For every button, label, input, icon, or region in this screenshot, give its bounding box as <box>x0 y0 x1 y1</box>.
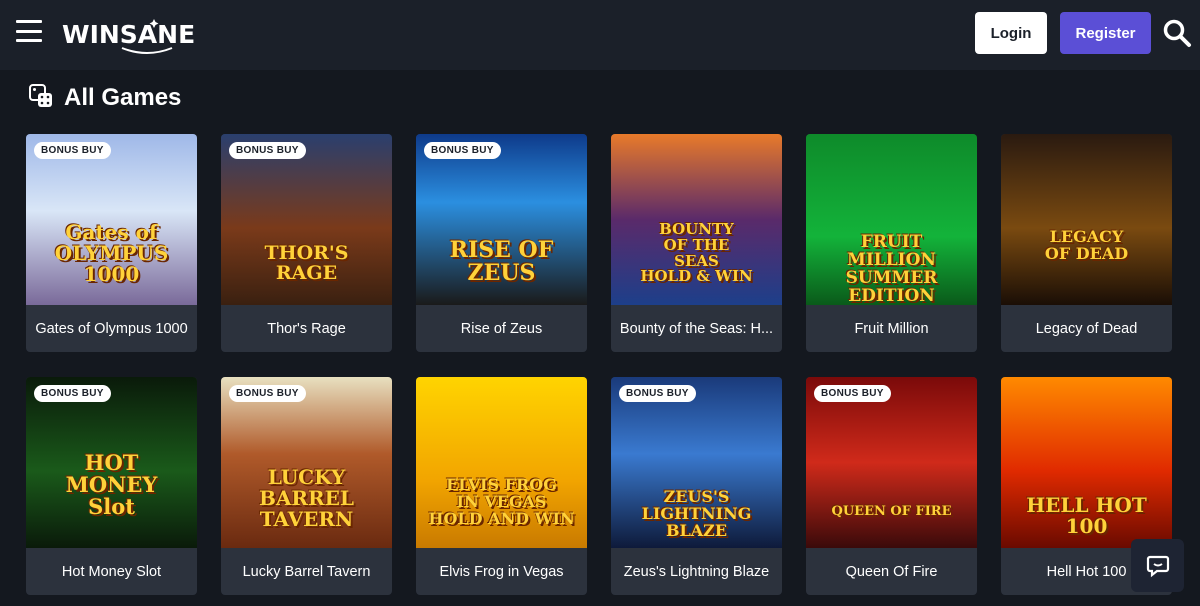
game-art-title: ELVIS FROG IN VEGAS HOLD AND WIN <box>428 475 575 528</box>
game-thumbnail[interactable]: LEGACY OF DEAD <box>1001 134 1172 305</box>
game-card[interactable]: HOT MONEY Slot BONUS BUY Hot Money Slot <box>26 377 197 595</box>
game-thumbnail[interactable]: HOT MONEY Slot BONUS BUY <box>26 377 197 548</box>
site-logo[interactable]: WINSANE <box>62 14 224 56</box>
register-button[interactable]: Register <box>1060 12 1151 54</box>
game-thumbnail[interactable]: RISE OF ZEUS BONUS BUY <box>416 134 587 305</box>
bonus-buy-badge: BONUS BUY <box>424 142 501 159</box>
game-art-title: QUEEN OF FIRE <box>831 504 952 519</box>
game-card[interactable]: LEGACY OF DEAD Legacy of Dead <box>1001 134 1172 352</box>
section-title: All Games <box>64 84 182 111</box>
game-card[interactable]: RISE OF ZEUS BONUS BUY Rise of Zeus <box>416 134 587 352</box>
game-name: Elvis Frog in Vegas <box>439 563 564 580</box>
bonus-buy-badge: BONUS BUY <box>34 142 111 159</box>
game-art-title: RISE OF ZEUS <box>449 237 554 287</box>
hamburger-icon[interactable] <box>16 20 42 44</box>
game-name: Gates of Olympus 1000 <box>35 320 188 337</box>
game-name: Legacy of Dead <box>1035 320 1138 337</box>
search-icon[interactable] <box>1162 18 1192 48</box>
game-thumbnail[interactable]: Gates of OLYMPUS 1000 BONUS BUY <box>26 134 197 305</box>
bonus-buy-badge: BONUS BUY <box>34 385 111 402</box>
game-card[interactable]: FRUIT MILLION SUMMER EDITION Fruit Millio… <box>806 134 977 352</box>
logo-text: WINSANE <box>62 20 196 49</box>
game-art-title: HOT MONEY Slot <box>65 450 158 520</box>
game-art-title: LEGACY OF DEAD <box>1044 227 1129 263</box>
game-card[interactable]: ELVIS FROG IN VEGAS HOLD AND WIN Elvis Fr… <box>416 377 587 595</box>
game-thumbnail[interactable]: ZEUS'S LIGHTNING BLAZE BONUS BUY <box>611 377 782 548</box>
game-name: Hot Money Slot <box>61 563 162 580</box>
game-thumbnail[interactable]: QUEEN OF FIRE BONUS BUY <box>806 377 977 548</box>
game-card[interactable]: QUEEN OF FIRE BONUS BUY Queen Of Fire <box>806 377 977 595</box>
game-card[interactable]: THOR'S RAGE BONUS BUY Thor's Rage <box>221 134 392 352</box>
section-heading: All Games <box>28 82 181 114</box>
game-thumbnail[interactable]: LUCKY BARREL TAVERN BONUS BUY <box>221 377 392 548</box>
game-thumbnail[interactable]: ELVIS FROG IN VEGAS HOLD AND WIN <box>416 377 587 548</box>
bonus-buy-badge: BONUS BUY <box>619 385 696 402</box>
game-card[interactable]: ZEUS'S LIGHTNING BLAZE BONUS BUY Zeus's Li… <box>611 377 782 595</box>
game-thumbnail[interactable]: THOR'S RAGE BONUS BUY <box>221 134 392 305</box>
game-art-title: BOUNTY OF THE SEAS HOLD & WIN <box>640 220 753 286</box>
top-header: WINSANE Login Register <box>0 0 1200 70</box>
game-art-title: HELL HOT 100 <box>1026 493 1147 538</box>
game-name: Queen Of Fire <box>845 563 938 580</box>
game-art-title: THOR'S RAGE <box>264 242 349 284</box>
game-thumbnail[interactable]: FRUIT MILLION SUMMER EDITION <box>806 134 977 305</box>
game-thumbnail[interactable]: BOUNTY OF THE SEAS HOLD & WIN <box>611 134 782 305</box>
bonus-buy-badge: BONUS BUY <box>229 142 306 159</box>
game-art-title: FRUIT MILLION SUMMER EDITION <box>845 232 938 305</box>
game-name: Fruit Million <box>854 320 929 337</box>
game-name: Zeus's Lightning Blaze <box>623 563 770 580</box>
chat-icon[interactable] <box>1131 539 1184 592</box>
game-art-title: Gates of OLYMPUS 1000 <box>54 220 169 286</box>
bonus-buy-badge: BONUS BUY <box>229 385 306 402</box>
bonus-buy-badge: BONUS BUY <box>814 385 891 402</box>
game-art-title: LUCKY BARREL TAVERN <box>259 465 354 531</box>
game-card[interactable]: LUCKY BARREL TAVERN BONUS BUY Lucky Barrel… <box>221 377 392 595</box>
game-card[interactable]: BOUNTY OF THE SEAS HOLD & WIN Bounty of t… <box>611 134 782 352</box>
game-name: Rise of Zeus <box>460 320 543 337</box>
game-card[interactable]: Gates of OLYMPUS 1000 BONUS BUY Gates of O… <box>26 134 197 352</box>
game-name: Lucky Barrel Tavern <box>242 563 371 580</box>
game-name: Bounty of the Seas: H... <box>619 320 774 337</box>
game-name: Thor's Rage <box>267 320 346 337</box>
login-button[interactable]: Login <box>975 12 1047 54</box>
dice-icon <box>28 83 54 114</box>
game-art-title: ZEUS'S LIGHTNING BLAZE <box>641 487 752 540</box>
game-thumbnail[interactable]: HELL HOT 100 <box>1001 377 1172 548</box>
